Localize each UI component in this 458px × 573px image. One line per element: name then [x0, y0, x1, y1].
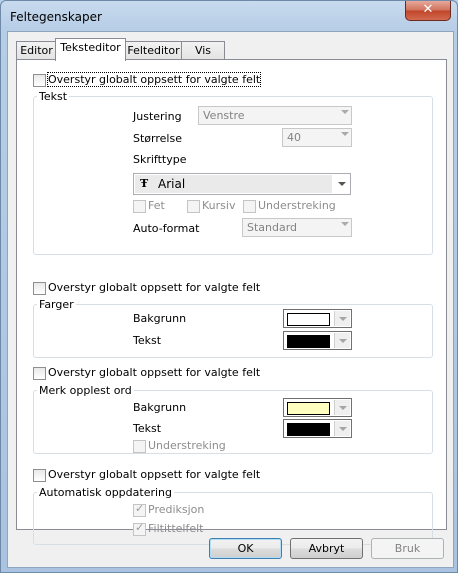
window-title: Feltegenskaper	[10, 10, 102, 24]
chevron-down-icon	[334, 333, 350, 348]
size-label: Størrelse	[133, 132, 182, 145]
colors-text-swatch	[287, 335, 330, 348]
bold-checkbox[interactable]	[133, 200, 146, 213]
override-colors-label[interactable]: Overstyr globalt oppsett for valgte felt	[48, 281, 260, 294]
colors-group	[33, 304, 433, 358]
size-value: 40	[287, 131, 301, 144]
colors-background-label: Bakgrunn	[133, 312, 187, 325]
truetype-icon: Ŧ	[140, 177, 149, 190]
highlight-underline-checkbox[interactable]	[133, 440, 146, 453]
font-label: Skrifttype	[133, 153, 187, 166]
highlight-text-swatch	[287, 423, 330, 436]
highlight-text-label: Tekst	[133, 422, 162, 435]
autoformat-label: Auto-format	[133, 222, 200, 235]
ok-button[interactable]: OK	[209, 538, 282, 559]
highlight-group-title: Merk opplest ord	[37, 384, 134, 397]
override-auto-label[interactable]: Overstyr globalt oppsett for valgte felt	[48, 468, 260, 481]
override-text-checkbox[interactable]	[33, 74, 46, 87]
highlight-background-label: Bakgrunn	[133, 401, 187, 414]
highlight-background-picker[interactable]	[283, 398, 352, 417]
cancel-button[interactable]: Avbryt	[290, 538, 363, 559]
text-group-title: Tekst	[37, 90, 70, 103]
font-select[interactable]: Ŧ Arial	[133, 173, 351, 195]
highlight-group	[33, 390, 433, 454]
prediction-checkbox[interactable]	[133, 502, 146, 517]
dialog-client: Editor Teksteditor Felteditor Vis Overst…	[7, 31, 454, 568]
size-select[interactable]: 40	[282, 128, 352, 147]
close-button[interactable]: ✕	[405, 1, 451, 21]
auto-group-title: Automatisk oppdatering	[37, 486, 174, 499]
filetitle-checkbox[interactable]	[133, 521, 146, 536]
prediction-label: Prediksjon	[148, 503, 205, 516]
colors-group-title: Farger	[37, 298, 76, 311]
tab-vis[interactable]: Vis	[181, 41, 225, 60]
font-value: Arial	[158, 177, 186, 191]
override-text-label[interactable]: Overstyr globalt oppsett for valgte felt	[46, 72, 262, 87]
override-highlight-label[interactable]: Overstyr globalt oppsett for valgte felt	[48, 366, 260, 379]
colors-text-picker[interactable]	[283, 331, 352, 350]
italic-checkbox[interactable]	[187, 200, 200, 213]
chevron-down-icon	[341, 132, 349, 136]
autoformat-select[interactable]: Standard	[242, 218, 352, 237]
tab-teksteditor[interactable]: Teksteditor	[55, 38, 126, 61]
autoformat-value: Standard	[247, 221, 298, 234]
chevron-down-icon	[334, 400, 350, 415]
dialog-window: Feltegenskaper ✕ Editor Teksteditor Felt…	[0, 0, 458, 573]
override-colors-checkbox[interactable]	[33, 282, 46, 295]
chevron-down-icon	[341, 110, 349, 114]
alignment-label: Justering	[133, 110, 182, 123]
highlight-background-swatch	[287, 402, 330, 415]
filetitle-label: Filtittelfelt	[148, 522, 204, 535]
tab-editor[interactable]: Editor	[16, 41, 57, 60]
chevron-down-icon	[338, 182, 346, 186]
chevron-down-icon	[334, 421, 350, 436]
highlight-text-picker[interactable]	[283, 419, 352, 438]
override-auto-checkbox[interactable]	[33, 469, 46, 482]
colors-text-label: Tekst	[133, 334, 162, 347]
chevron-down-icon	[341, 222, 349, 226]
bold-label: Fet	[148, 199, 165, 212]
italic-label: Kursiv	[202, 199, 236, 212]
tab-page-teksteditor: Overstyr globalt oppsett for valgte felt…	[16, 59, 447, 545]
colors-background-picker[interactable]	[283, 309, 352, 328]
alignment-select[interactable]: Venstre	[198, 106, 352, 125]
override-highlight-checkbox[interactable]	[33, 367, 46, 380]
chevron-down-icon	[334, 311, 350, 326]
alignment-value: Venstre	[203, 109, 245, 122]
tab-felteditor[interactable]: Felteditor	[124, 41, 183, 60]
highlight-underline-label: Understreking	[148, 439, 226, 452]
apply-button[interactable]: Bruk	[371, 538, 444, 559]
colors-background-swatch	[287, 313, 330, 326]
underline-label: Understreking	[258, 199, 336, 212]
underline-checkbox[interactable]	[243, 200, 256, 213]
